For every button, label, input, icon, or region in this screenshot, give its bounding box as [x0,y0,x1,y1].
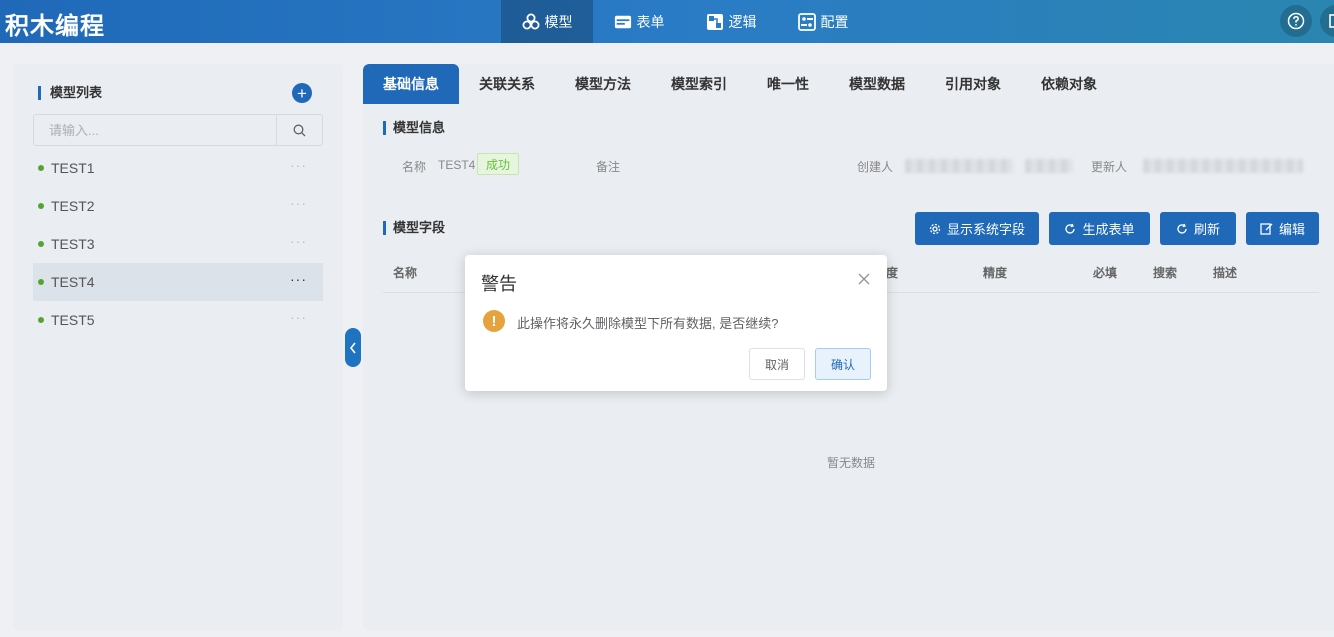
dialog-title: 警告 [481,274,517,294]
dialog-message: 此操作将永久删除模型下所有数据, 是否继续? [517,316,779,331]
warning-dialog: 警告 ! 此操作将永久删除模型下所有数据, 是否继续? 取消 确认 [465,255,887,391]
close-icon[interactable] [858,273,870,285]
warning-icon: ! [483,310,505,332]
confirm-button[interactable]: 确认 [815,348,871,380]
cancel-button[interactable]: 取消 [749,348,805,380]
